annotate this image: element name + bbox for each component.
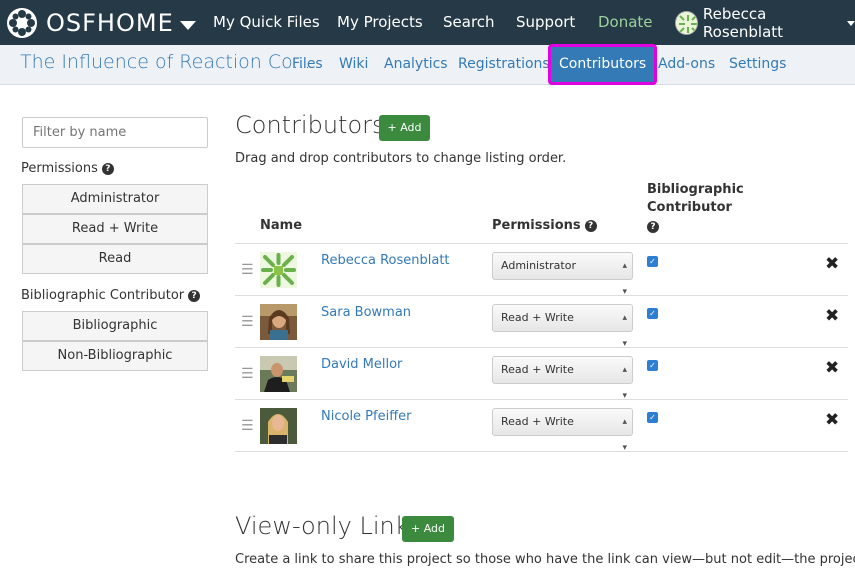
permission-select[interactable]: Read + Write ▴ ▾ (492, 304, 633, 349)
permission-select[interactable]: Administrator ▴ ▾ (492, 252, 633, 297)
filter-non-bibliographic-button[interactable]: Non-Bibliographic (22, 341, 208, 371)
bibliographic-label-text: Bibliographic Contributor (21, 288, 185, 303)
filter-by-name-input[interactable] (22, 117, 208, 148)
nav-my-projects[interactable]: My Projects (337, 0, 423, 45)
filter-administrator-button[interactable]: Administrator (22, 184, 208, 214)
permission-value: Read + Write (501, 311, 574, 324)
question-icon[interactable]: ? (101, 162, 114, 175)
column-header-name: Name (260, 218, 303, 233)
table-row[interactable]: ☰ Sara Bowman Read + Write ▴ ▾ ✓ ✖ (235, 296, 848, 349)
tab-registrations[interactable]: Registrations (458, 45, 550, 84)
drag-handle-icon[interactable]: ☰ (241, 418, 254, 434)
permissions-label-text: Permissions (21, 161, 98, 176)
user-name: Rebecca Rosenblatt (702, 5, 784, 41)
bibliographic-checkbox[interactable]: ✓ (647, 412, 658, 423)
table-row[interactable]: ☰ David Mellor Read + Write ▴ ▾ ✓ ✖ (235, 348, 848, 401)
permissions-header-text: Permissions (492, 218, 581, 233)
avatar (260, 304, 297, 340)
filter-bibliographic-button[interactable]: Bibliographic (22, 311, 208, 341)
drag-handle-icon[interactable]: ☰ (241, 314, 254, 330)
drag-handle-icon[interactable]: ☰ (241, 262, 254, 278)
nav-my-quick-files[interactable]: My Quick Files (213, 0, 320, 45)
permission-value: Read + Write (501, 363, 574, 376)
nav-search[interactable]: Search (443, 0, 495, 45)
permission-value: Read + Write (501, 415, 574, 428)
nav-donate[interactable]: Donate (598, 0, 653, 45)
permission-select[interactable]: Read + Write ▴ ▾ (492, 408, 633, 453)
nav-support[interactable]: Support (516, 0, 575, 45)
permission-value: Administrator (501, 259, 576, 272)
bibliographic-checkbox[interactable]: ✓ (647, 256, 658, 267)
view-only-links-heading: View-only Links (235, 512, 422, 540)
contributor-name-link[interactable]: Sara Bowman (321, 305, 411, 320)
avatar (260, 252, 297, 288)
brand-name: OSFHOME (46, 9, 174, 37)
tab-contributors[interactable]: Contributors (547, 44, 658, 85)
bibliographic-header-line2: Contributor (647, 200, 732, 215)
table-row[interactable]: ☰ Nicole Pfeiffer Read + Write ▴ ▾ ✓ ✖ (235, 400, 848, 453)
question-icon[interactable]: ? (188, 289, 201, 302)
column-header-permissions: Permissions ? (492, 218, 597, 233)
question-icon[interactable]: ? (584, 219, 597, 232)
drag-handle-icon[interactable]: ☰ (241, 366, 254, 382)
avatar (260, 356, 297, 392)
top-navbar: OSFHOME My Quick Files My Projects Searc… (0, 0, 855, 45)
tab-add-ons[interactable]: Add-ons (658, 45, 715, 84)
drag-instructions: Drag and drop contributors to change lis… (235, 151, 567, 166)
project-navbar: The Influence of Reaction Co... Files Wi… (0, 44, 855, 85)
select-arrows-icon: ▴ ▾ (622, 417, 627, 453)
question-icon[interactable]: ? (647, 221, 659, 233)
bibliographic-filter-label: Bibliographic Contributor ? (21, 288, 201, 303)
tab-settings[interactable]: Settings (729, 45, 786, 84)
chevron-down-icon (179, 20, 196, 30)
remove-contributor-icon[interactable]: ✖ (825, 410, 839, 430)
add-view-only-link-button[interactable]: + Add (402, 516, 454, 542)
avatar (675, 11, 698, 35)
column-header-bibliographic: Bibliographic Contributor ? (647, 181, 744, 235)
avatar (260, 408, 297, 444)
tab-files[interactable]: Files (292, 45, 323, 84)
contributor-name-link[interactable]: Rebecca Rosenblatt (321, 253, 450, 268)
remove-contributor-icon[interactable]: ✖ (825, 254, 839, 274)
remove-contributor-icon[interactable]: ✖ (825, 358, 839, 378)
permission-select[interactable]: Read + Write ▴ ▾ (492, 356, 633, 401)
project-title[interactable]: The Influence of Reaction Co... (20, 51, 311, 73)
view-only-description: Create a link to share this project so t… (235, 552, 855, 567)
bibliographic-checkbox[interactable]: ✓ (647, 360, 658, 371)
filter-read-write-button[interactable]: Read + Write (22, 214, 208, 244)
table-row[interactable]: ☰ Rebecca Rosenblatt Administrator ▴ ▾ ✓ … (235, 244, 848, 297)
filter-read-button[interactable]: Read (22, 244, 208, 274)
contributor-name-link[interactable]: David Mellor (321, 357, 402, 372)
caret-down-icon (847, 20, 855, 26)
tab-analytics[interactable]: Analytics (384, 45, 448, 84)
bibliographic-header-line1: Bibliographic (647, 182, 744, 197)
osf-home-menu[interactable]: OSFHOME (6, 6, 196, 40)
tab-wiki[interactable]: Wiki (339, 45, 368, 84)
osf-logo-icon (7, 8, 37, 38)
contributor-name-link[interactable]: Nicole Pfeiffer (321, 409, 412, 424)
user-menu[interactable]: Rebecca Rosenblatt (675, 5, 855, 41)
remove-contributor-icon[interactable]: ✖ (825, 306, 839, 326)
permissions-filter-label: Permissions ? (21, 161, 114, 176)
add-contributor-button[interactable]: + Add (379, 115, 430, 141)
contributors-heading: Contributors (235, 111, 385, 139)
bibliographic-checkbox[interactable]: ✓ (647, 308, 658, 319)
